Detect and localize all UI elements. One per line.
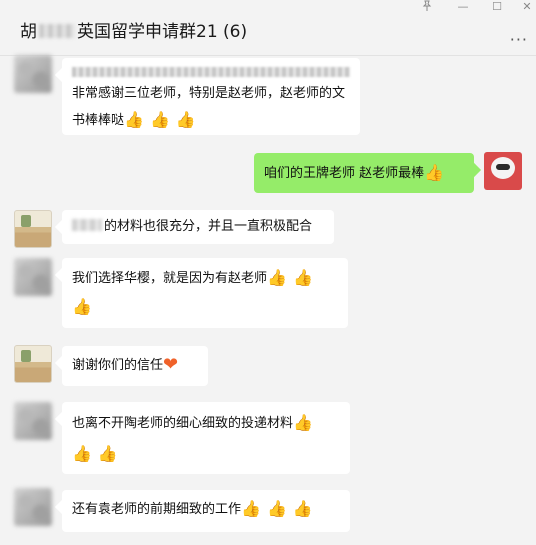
chat-title-prefix: 胡 bbox=[20, 22, 37, 42]
heart-icon: ❤ bbox=[163, 354, 179, 375]
message-bubble: 还有袁老师的前期细致的工作👍 👍 👍 bbox=[62, 490, 350, 532]
message-bubble: 谢谢你们的信任❤ bbox=[62, 346, 208, 386]
message-text: 还有袁老师的前期细致的工作 bbox=[72, 502, 242, 517]
thumbs-up-icon: 👍 bbox=[149, 110, 170, 129]
maximize-button[interactable]: ☐ bbox=[480, 0, 514, 14]
thumbs-up-icon: 👍 bbox=[292, 268, 313, 287]
thumbs-up-icon: 👍 bbox=[293, 413, 313, 432]
thumbs-up-icon: 👍 bbox=[267, 268, 287, 287]
thumbs-up-icon: 👍 bbox=[266, 499, 287, 518]
message-bubble: 也离不开陶老师的细心细致的投递材料👍 👍 👍 bbox=[62, 402, 350, 474]
redacted-name bbox=[72, 219, 102, 231]
avatar[interactable] bbox=[14, 402, 52, 440]
message-bubble: 咱们的王牌老师 赵老师最棒👍 bbox=[254, 153, 474, 193]
message-text: 的材料也很充分，并且一直积极配合 bbox=[104, 219, 313, 234]
thumbs-up-icon: 👍 bbox=[72, 444, 92, 463]
thumbs-up-icon: 👍 bbox=[175, 110, 196, 129]
close-button[interactable]: ✕ bbox=[510, 0, 536, 14]
message-bubble: 非常感谢三位老师，特别是赵老师，赵老师的文书棒棒哒👍 👍 👍 bbox=[62, 58, 360, 135]
message-bubble: 我们选择华樱，就是因为有赵老师👍 👍 👍 bbox=[62, 258, 348, 328]
avatar[interactable] bbox=[484, 152, 522, 190]
redacted-sender-line bbox=[72, 67, 350, 77]
more-options-icon[interactable]: ··· bbox=[510, 30, 528, 49]
avatar[interactable] bbox=[14, 55, 52, 93]
pin-icon[interactable] bbox=[410, 0, 444, 14]
thumbs-up-icon: 👍 bbox=[97, 444, 118, 463]
message-text: 谢谢你们的信任 bbox=[72, 358, 164, 373]
avatar[interactable] bbox=[14, 345, 52, 383]
chat-title: 胡 英国留学申请群21 (6) bbox=[20, 17, 247, 42]
avatar[interactable] bbox=[14, 258, 52, 296]
chat-title-text: 英国留学申请群21 (6) bbox=[77, 22, 248, 42]
thumbs-up-icon: 👍 bbox=[292, 499, 313, 518]
message-text: 非常感谢三位老师，特别是赵老师，赵老师的文书棒棒哒 bbox=[72, 86, 346, 128]
message-text: 我们选择华樱，就是因为有赵老师 bbox=[72, 271, 268, 286]
thumbs-up-icon: 👍 bbox=[124, 110, 144, 129]
avatar[interactable] bbox=[14, 210, 52, 248]
message-text: 也离不开陶老师的细心细致的投递材料 bbox=[72, 416, 294, 431]
minimize-button[interactable]: — bbox=[446, 0, 480, 14]
thumbs-up-icon: 👍 bbox=[241, 499, 261, 518]
redacted-name bbox=[39, 24, 75, 38]
avatar[interactable] bbox=[14, 488, 52, 526]
message-bubble: 的材料也很充分，并且一直积极配合 bbox=[62, 210, 334, 244]
chat-header: 胡 英国留学申请群21 (6) — ☐ ✕ ··· bbox=[0, 0, 536, 56]
thumbs-up-icon: 👍 bbox=[424, 163, 445, 182]
thumbs-up-icon: 👍 bbox=[72, 297, 92, 316]
message-text: 咱们的王牌老师 赵老师最棒 bbox=[264, 166, 425, 181]
